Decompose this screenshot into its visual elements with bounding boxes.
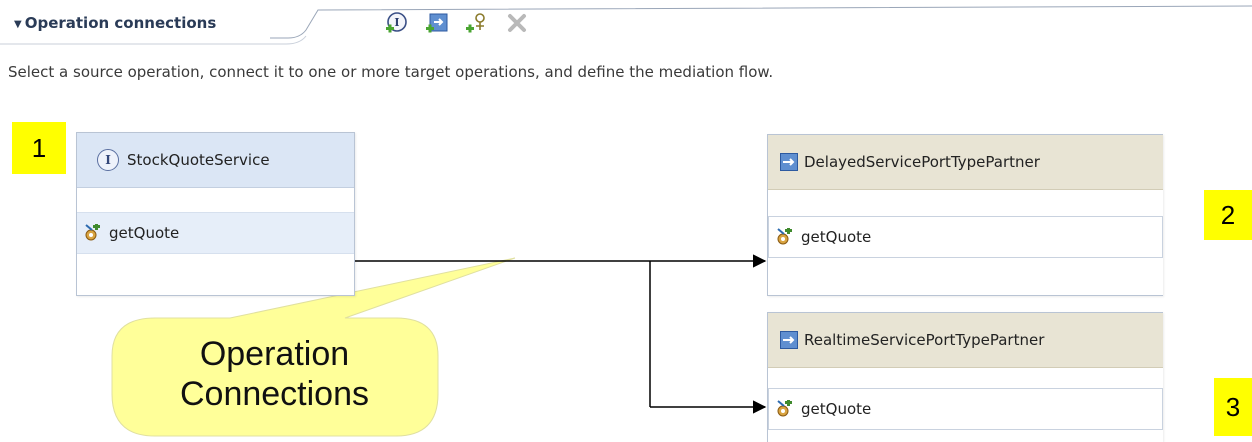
target-reference-box-delayed[interactable]: DelayedServicePortTypePartner getQuote — [767, 134, 1163, 296]
callout-line-1: Operation — [199, 335, 350, 373]
target-operation-name-realtime: getQuote — [801, 400, 872, 418]
target-reference-header-realtime[interactable]: RealtimeServicePortTypePartner — [768, 313, 1163, 368]
operation-gear-icon — [83, 224, 101, 242]
target-reference-box-realtime[interactable]: RealtimeServicePortTypePartner getQuote — [767, 312, 1163, 442]
target-operation-name-delayed: getQuote — [801, 228, 872, 246]
interface-icon: I — [97, 149, 119, 171]
operation-gear-icon — [775, 400, 793, 418]
callout-line-2: Connections — [179, 375, 369, 413]
source-operation-name: getQuote — [109, 224, 180, 242]
target-reference-header-delayed[interactable]: DelayedServicePortTypePartner — [768, 135, 1163, 190]
source-interface-box[interactable]: I StockQuoteService getQuote — [76, 132, 355, 296]
operation-gear-icon — [775, 228, 793, 246]
callout-text: Operation Connections — [112, 334, 437, 414]
target-reference-name-delayed: DelayedServicePortTypePartner — [804, 153, 1040, 171]
source-operation-row[interactable]: getQuote — [77, 212, 354, 254]
reference-arrow-icon — [780, 153, 798, 171]
reference-arrow-icon — [780, 331, 798, 349]
target-reference-name-realtime: RealtimeServicePortTypePartner — [804, 331, 1045, 349]
target-operation-row-delayed[interactable]: getQuote — [768, 216, 1163, 258]
target-operation-row-realtime[interactable]: getQuote — [768, 388, 1163, 430]
source-interface-name: StockQuoteService — [127, 151, 270, 169]
source-interface-header[interactable]: I StockQuoteService — [77, 133, 354, 188]
